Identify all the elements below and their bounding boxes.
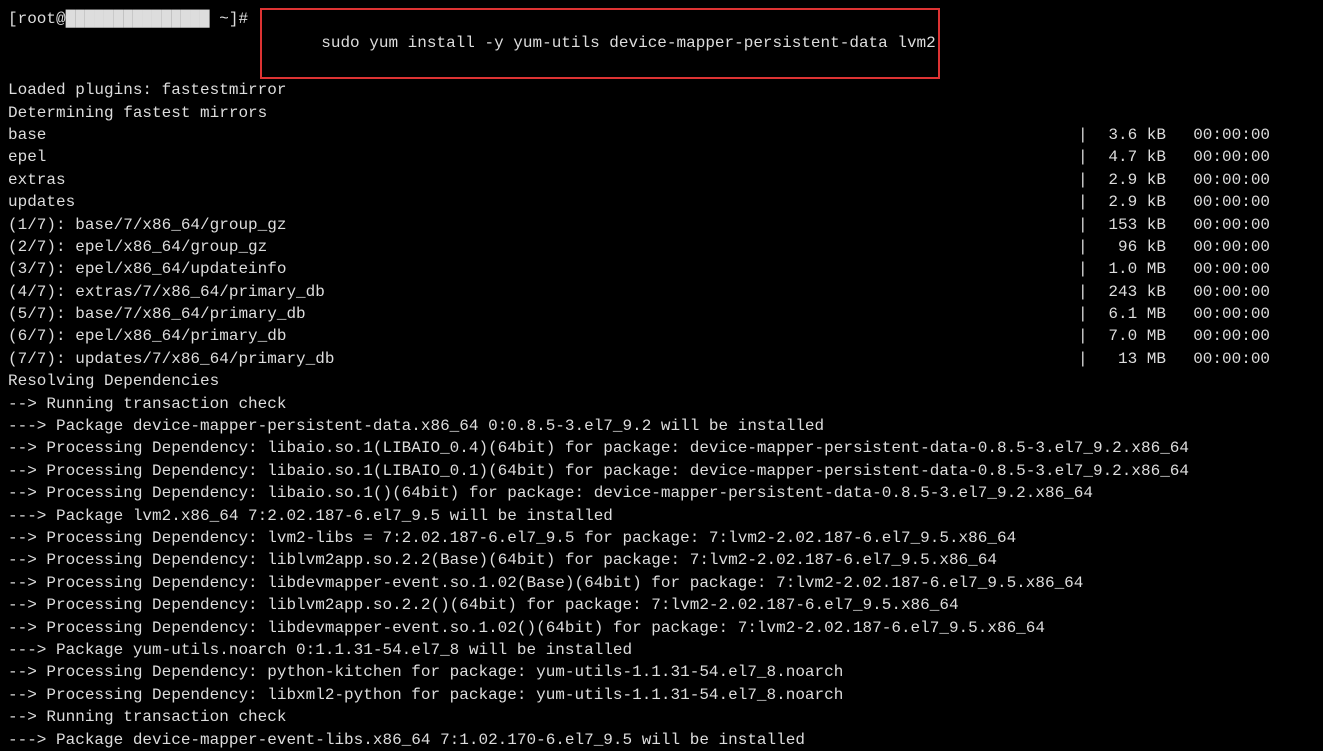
- download-name: (3/7): epel/x86_64/updateinfo: [8, 258, 1078, 280]
- dep-line: ---> Package lvm2.x86_64 7:2.02.187-6.el…: [8, 505, 1315, 527]
- download-size: 153 kB: [1096, 214, 1174, 236]
- pipe: |: [1078, 325, 1096, 347]
- terminal-output: [root@███████████████ ~]# sudo yum insta…: [8, 8, 1315, 751]
- download-size: 1.0 MB: [1096, 258, 1174, 280]
- repo-name: extras: [8, 169, 1078, 191]
- download-size: 243 kB: [1096, 281, 1174, 303]
- download-name: (6/7): epel/x86_64/primary_db: [8, 325, 1078, 347]
- prompt-line: [root@███████████████ ~]# sudo yum insta…: [8, 8, 1315, 79]
- dep-line: --> Processing Dependency: libaio.so.1()…: [8, 482, 1315, 504]
- dep-line: --> Processing Dependency: libdevmapper-…: [8, 617, 1315, 639]
- repo-row: epel| 4.7 kB 00:00:00: [8, 146, 1315, 168]
- download-row: (5/7): base/7/x86_64/primary_db| 6.1 MB …: [8, 303, 1315, 325]
- pipe: |: [1078, 169, 1096, 191]
- download-row: (4/7): extras/7/x86_64/primary_db| 243 k…: [8, 281, 1315, 303]
- dep-line: --> Processing Dependency: lvm2-libs = 7…: [8, 527, 1315, 549]
- repo-size: 3.6 kB: [1096, 124, 1174, 146]
- download-name: (7/7): updates/7/x86_64/primary_db: [8, 348, 1078, 370]
- repo-time: 00:00:00: [1174, 124, 1270, 146]
- repo-name: updates: [8, 191, 1078, 213]
- repo-row: extras| 2.9 kB 00:00:00: [8, 169, 1315, 191]
- pipe: |: [1078, 191, 1096, 213]
- repo-row: base| 3.6 kB 00:00:00: [8, 124, 1315, 146]
- repo-size: 4.7 kB: [1096, 146, 1174, 168]
- download-row: (3/7): epel/x86_64/updateinfo| 1.0 MB 00…: [8, 258, 1315, 280]
- dep-line: --> Processing Dependency: libdevmapper-…: [8, 572, 1315, 594]
- download-row: (2/7): epel/x86_64/group_gz| 96 kB 00:00…: [8, 236, 1315, 258]
- pipe: |: [1078, 348, 1096, 370]
- pipe: |: [1078, 303, 1096, 325]
- pipe: |: [1078, 146, 1096, 168]
- pipe: |: [1078, 236, 1096, 258]
- download-time: 00:00:00: [1174, 303, 1270, 325]
- download-size: 13 MB: [1096, 348, 1174, 370]
- pipe: |: [1078, 124, 1096, 146]
- download-time: 00:00:00: [1174, 325, 1270, 347]
- dep-line: --> Processing Dependency: liblvm2app.so…: [8, 594, 1315, 616]
- repo-size: 2.9 kB: [1096, 169, 1174, 191]
- dep-line: --> Running transaction check: [8, 706, 1315, 728]
- dep-line: --> Processing Dependency: libxml2-pytho…: [8, 684, 1315, 706]
- repo-name: epel: [8, 146, 1078, 168]
- download-time: 00:00:00: [1174, 258, 1270, 280]
- repo-time: 00:00:00: [1174, 146, 1270, 168]
- download-row: (7/7): updates/7/x86_64/primary_db| 13 M…: [8, 348, 1315, 370]
- download-name: (1/7): base/7/x86_64/group_gz: [8, 214, 1078, 236]
- download-name: (4/7): extras/7/x86_64/primary_db: [8, 281, 1078, 303]
- repo-time: 00:00:00: [1174, 169, 1270, 191]
- dep-line: --> Processing Dependency: libaio.so.1(L…: [8, 437, 1315, 459]
- download-time: 00:00:00: [1174, 214, 1270, 236]
- download-row: (6/7): epel/x86_64/primary_db| 7.0 MB 00…: [8, 325, 1315, 347]
- dep-line: ---> Package device-mapper-event-libs.x8…: [8, 729, 1315, 751]
- command-text: sudo yum install -y yum-utils device-map…: [321, 34, 936, 52]
- repo-name: base: [8, 124, 1078, 146]
- dep-line: ---> Package yum-utils.noarch 0:1.1.31-5…: [8, 639, 1315, 661]
- command-highlight: sudo yum install -y yum-utils device-map…: [260, 8, 940, 79]
- dep-line: ---> Package device-mapper-persistent-da…: [8, 415, 1315, 437]
- output-line: Loaded plugins: fastestmirror: [8, 79, 1315, 101]
- repo-row: updates| 2.9 kB 00:00:00: [8, 191, 1315, 213]
- dep-line: --> Processing Dependency: libaio.so.1(L…: [8, 460, 1315, 482]
- repo-size: 2.9 kB: [1096, 191, 1174, 213]
- download-name: (2/7): epel/x86_64/group_gz: [8, 236, 1078, 258]
- dep-line: --> Running transaction check: [8, 393, 1315, 415]
- download-time: 00:00:00: [1174, 281, 1270, 303]
- download-name: (5/7): base/7/x86_64/primary_db: [8, 303, 1078, 325]
- download-size: 96 kB: [1096, 236, 1174, 258]
- dep-line: --> Processing Dependency: liblvm2app.so…: [8, 549, 1315, 571]
- download-size: 6.1 MB: [1096, 303, 1174, 325]
- pipe: |: [1078, 214, 1096, 236]
- dep-line: --> Processing Dependency: python-kitche…: [8, 661, 1315, 683]
- repo-time: 00:00:00: [1174, 191, 1270, 213]
- prompt-prefix: [root@███████████████ ~]#: [8, 8, 258, 79]
- download-row: (1/7): base/7/x86_64/group_gz| 153 kB 00…: [8, 214, 1315, 236]
- pipe: |: [1078, 258, 1096, 280]
- download-time: 00:00:00: [1174, 348, 1270, 370]
- pipe: |: [1078, 281, 1096, 303]
- output-line: Determining fastest mirrors: [8, 102, 1315, 124]
- resolving-line: Resolving Dependencies: [8, 370, 1315, 392]
- download-size: 7.0 MB: [1096, 325, 1174, 347]
- download-time: 00:00:00: [1174, 236, 1270, 258]
